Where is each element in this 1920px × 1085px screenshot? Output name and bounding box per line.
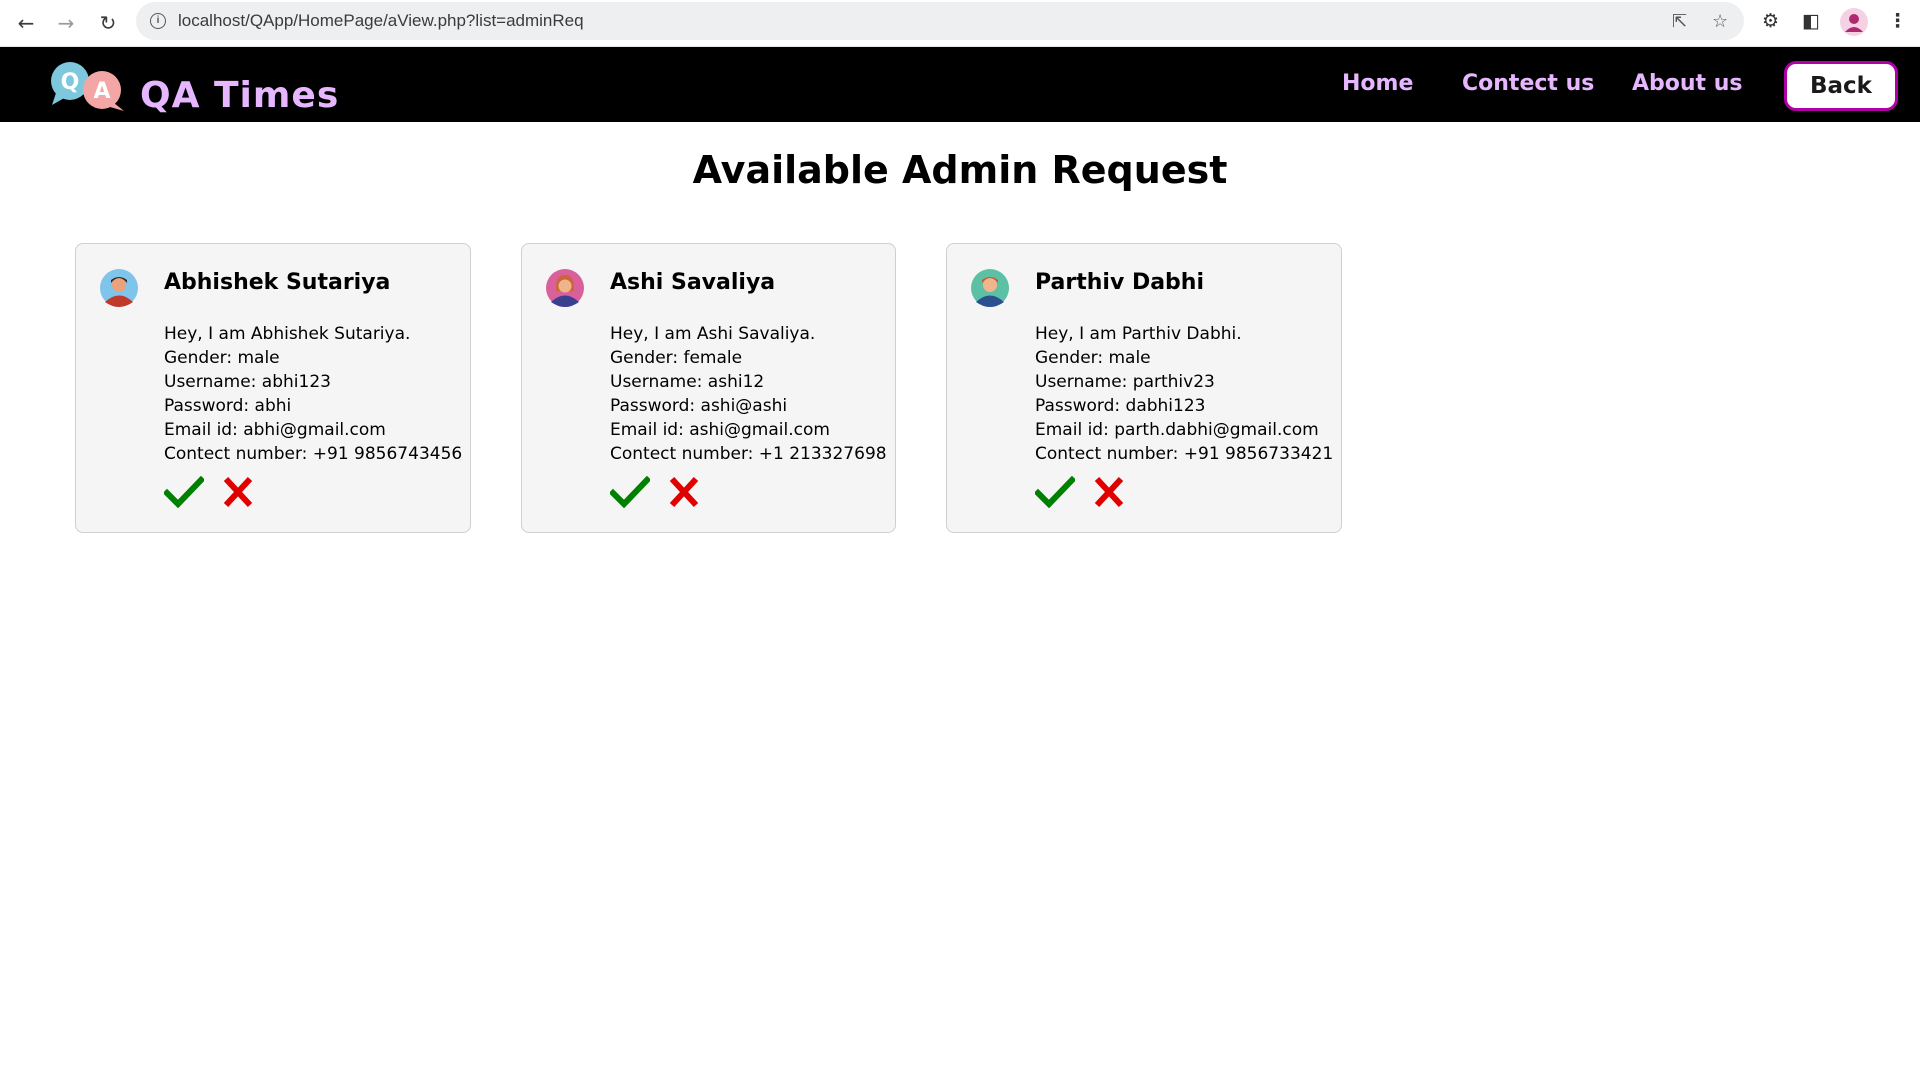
username-text: Username: ashi12	[610, 372, 765, 392]
username-text: Username: abhi123	[164, 372, 331, 392]
nav-home-link[interactable]: Home	[1342, 71, 1413, 96]
email-text: Email id: ashi@gmail.com	[610, 420, 830, 440]
admin-request-card: Parthiv Dabhi Hey, I am Parthiv Dabhi. G…	[946, 243, 1342, 533]
contact-text: Contect number: +1 213327698	[610, 444, 887, 464]
qa-logo-icon[interactable]: Q A	[48, 59, 128, 114]
brand-name[interactable]: QA Times	[140, 75, 339, 116]
page-title: Available Admin Request	[692, 148, 1228, 192]
reload-icon[interactable]: ↻	[94, 9, 122, 37]
password-text: Password: abhi	[164, 396, 292, 416]
profile-avatar-icon[interactable]	[1840, 8, 1868, 36]
contact-text: Contect number: +91 9856743456	[164, 444, 463, 464]
gender-text: Gender: male	[1035, 348, 1151, 368]
address-bar[interactable]: i localhost/QApp/HomePage/aView.php?list…	[136, 2, 1744, 40]
menu-kebab-icon[interactable]: ⋮	[1888, 10, 1907, 32]
male-avatar-icon	[971, 269, 1009, 307]
intro-text: Hey, I am Parthiv Dabhi.	[1035, 324, 1242, 344]
email-text: Email id: abhi@gmail.com	[164, 420, 386, 440]
extensions-puzzle-icon[interactable]: ⚙	[1762, 10, 1779, 32]
back-arrow-icon[interactable]: ←	[12, 9, 40, 37]
admin-request-card: Abhishek Sutariya Hey, I am Abhishek Sut…	[75, 243, 471, 533]
accept-check-icon[interactable]	[610, 476, 650, 508]
forward-arrow-icon[interactable]: →	[52, 9, 80, 37]
accept-check-icon[interactable]	[1035, 476, 1075, 508]
logo-letter-q: Q	[61, 70, 80, 95]
male-avatar-icon	[100, 269, 138, 307]
app-header: Q A QA Times Home Contect us About us Ba…	[0, 47, 1920, 122]
nav-about-link[interactable]: About us	[1632, 71, 1742, 96]
bookmark-star-icon[interactable]: ☆	[1712, 11, 1728, 32]
back-button[interactable]: Back	[1784, 61, 1898, 111]
contact-text: Contect number: +91 9856733421	[1035, 444, 1334, 464]
reject-cross-icon[interactable]	[1091, 476, 1131, 508]
side-panel-icon[interactable]: ◧	[1802, 10, 1820, 32]
url-text[interactable]: localhost/QApp/HomePage/aView.php?list=a…	[178, 11, 584, 31]
password-text: Password: ashi@ashi	[610, 396, 788, 416]
admin-request-card: Ashi Savaliya Hey, I am Ashi Savaliya. G…	[521, 243, 896, 533]
requester-name: Ashi Savaliya	[610, 270, 776, 295]
password-text: Password: dabhi123	[1035, 396, 1206, 416]
logo-letter-a: A	[93, 79, 110, 104]
email-text: Email id: parth.dabhi@gmail.com	[1035, 420, 1319, 440]
site-info-icon[interactable]: i	[150, 13, 166, 29]
gender-text: Gender: male	[164, 348, 280, 368]
reject-cross-icon[interactable]	[220, 476, 260, 508]
username-text: Username: parthiv23	[1035, 372, 1215, 392]
gender-text: Gender: female	[610, 348, 743, 368]
nav-contact-link[interactable]: Contect us	[1462, 71, 1594, 96]
accept-check-icon[interactable]	[164, 476, 204, 508]
reject-cross-icon[interactable]	[666, 476, 706, 508]
requester-name: Abhishek Sutariya	[164, 270, 391, 295]
intro-text: Hey, I am Ashi Savaliya.	[610, 324, 816, 344]
requester-name: Parthiv Dabhi	[1035, 270, 1205, 295]
browser-toolbar: ← → ↻ i localhost/QApp/HomePage/aView.ph…	[0, 0, 1920, 47]
intro-text: Hey, I am Abhishek Sutariya.	[164, 324, 411, 344]
share-icon[interactable]: ⇱	[1672, 11, 1687, 32]
female-avatar-icon	[546, 269, 584, 307]
